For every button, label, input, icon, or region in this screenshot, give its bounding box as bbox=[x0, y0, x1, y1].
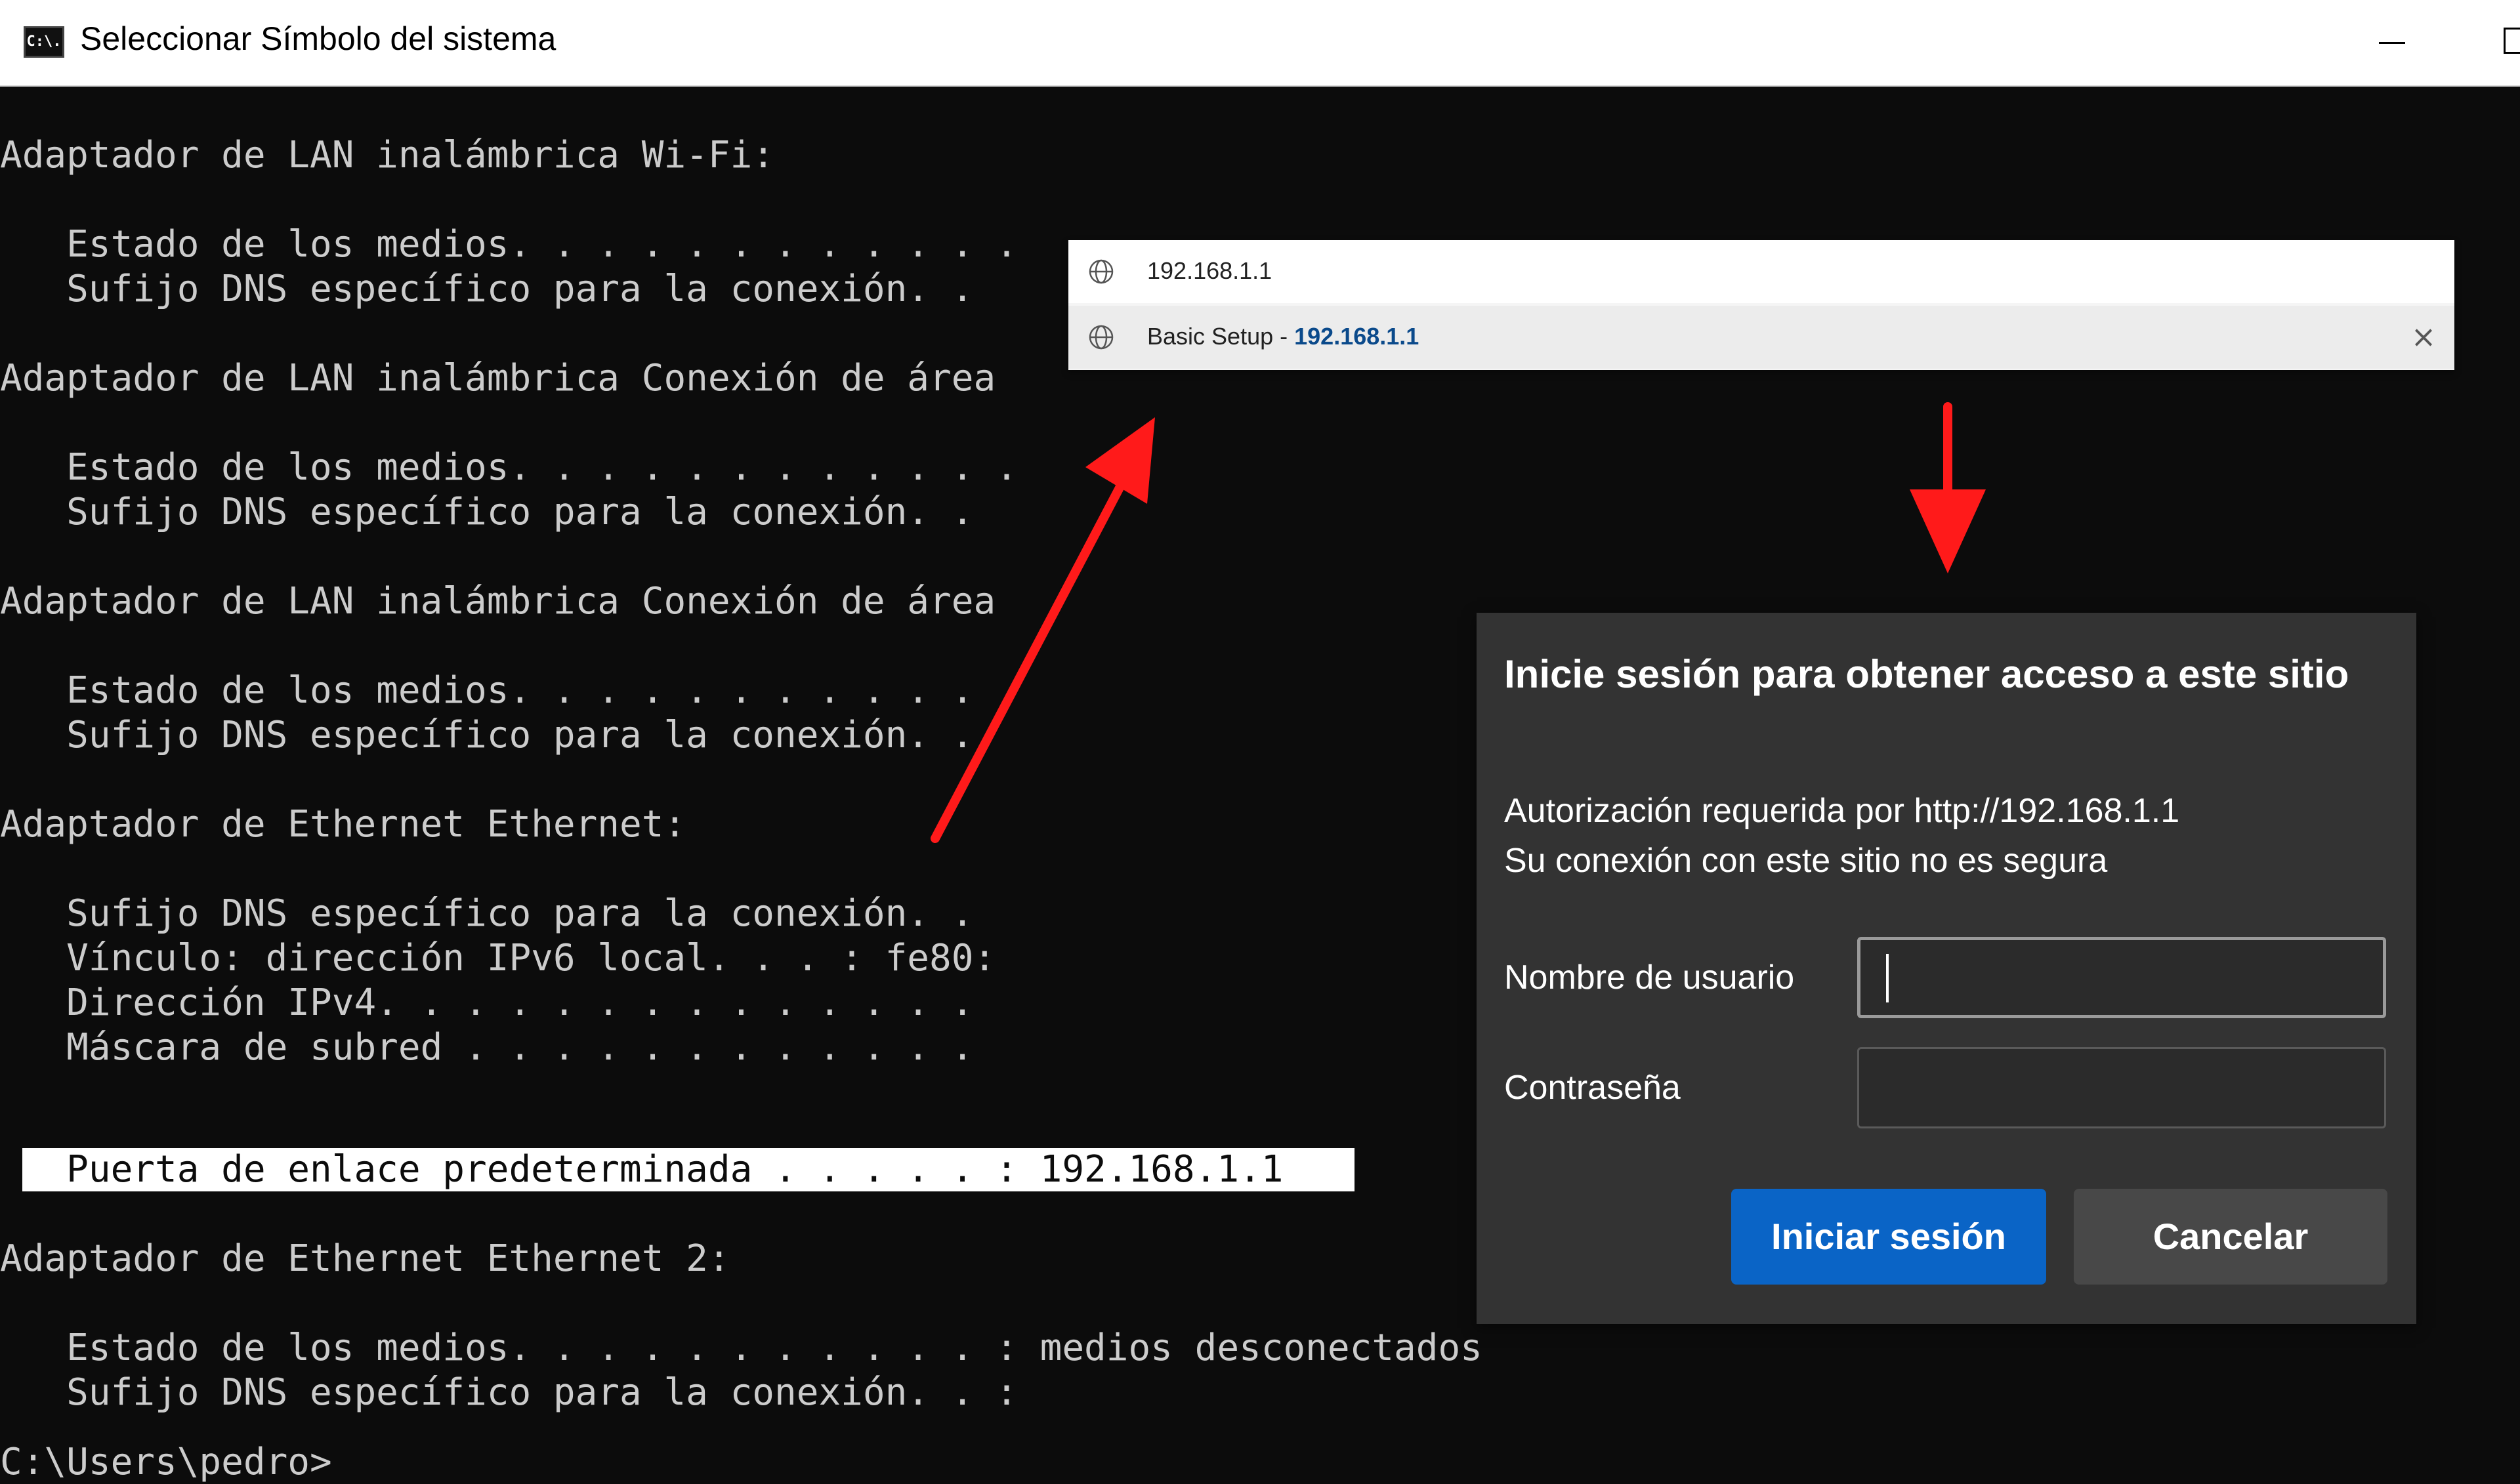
terminal-line: Adaptador de LAN inalámbrica Wi-Fi: bbox=[0, 134, 774, 177]
text-cursor bbox=[1886, 954, 1889, 1002]
auth-required-text: Autorización requerida por http://192.16… bbox=[1504, 791, 2179, 831]
cmd-icon: C:\. bbox=[24, 26, 64, 58]
terminal-line: Adaptador de Ethernet Ethernet: bbox=[0, 803, 686, 846]
suggestion-url: 192.168.1.1 bbox=[1294, 323, 1419, 350]
maximize-icon bbox=[2504, 28, 2520, 54]
minimize-button[interactable] bbox=[2356, 13, 2428, 72]
minimize-icon bbox=[2379, 42, 2405, 44]
window-title: Seleccionar Símbolo del sistema bbox=[80, 20, 556, 58]
suggestion-row-url[interactable]: 192.168.1.1 bbox=[1068, 240, 2454, 303]
address-bar-suggestions: 192.168.1.1 Basic Setup - 192.168.1.1 × bbox=[1068, 240, 2454, 370]
dialog-title: Inicie sesión para obtener acceso a este… bbox=[1504, 646, 2377, 703]
suggestion-title: Basic Setup bbox=[1147, 323, 1273, 350]
terminal-line: Sufijo DNS específico para la conexión. … bbox=[0, 714, 973, 757]
suggestion-text: 192.168.1.1 bbox=[1147, 257, 1272, 285]
terminal-line: Adaptador de Ethernet Ethernet 2: bbox=[0, 1237, 730, 1281]
terminal-line: Estado de los medios. . . . . . . . . . … bbox=[0, 223, 1018, 266]
username-input[interactable] bbox=[1857, 937, 2386, 1018]
cancel-button[interactable]: Cancelar bbox=[2074, 1189, 2387, 1285]
insecure-connection-text: Su conexión con este sitio no es segura bbox=[1504, 841, 2107, 880]
terminal-line-gateway: Puerta de enlace predeterminada . . . . … bbox=[0, 1148, 1283, 1191]
terminal-line: Sufijo DNS específico para la conexión. … bbox=[0, 491, 973, 534]
terminal-line: Vínculo: dirección IPv6 local. . . : fe8… bbox=[0, 937, 996, 980]
sign-in-button[interactable]: Iniciar sesión bbox=[1731, 1189, 2046, 1285]
password-input[interactable] bbox=[1857, 1047, 2386, 1128]
terminal-line: Adaptador de LAN inalámbrica Conexión de… bbox=[0, 580, 996, 623]
terminal-line: Estado de los medios. . . . . . . . . . … bbox=[0, 669, 1018, 712]
username-label: Nombre de usuario bbox=[1504, 958, 1794, 997]
terminal-line: Sufijo DNS específico para la conexión. … bbox=[0, 268, 973, 311]
maximize-button[interactable] bbox=[2481, 13, 2520, 72]
suggestion-text: Basic Setup - 192.168.1.1 bbox=[1147, 323, 1419, 350]
globe-icon bbox=[1088, 258, 1114, 285]
terminal-line: Dirección IPv4. . . . . . . . . . . . . … bbox=[0, 981, 973, 1025]
globe-icon bbox=[1088, 324, 1114, 350]
terminal-line: Adaptador de LAN inalámbrica Conexión de… bbox=[0, 357, 996, 400]
login-dialog: Inicie sesión para obtener acceso a este… bbox=[1477, 613, 2416, 1324]
terminal-line: Estado de los medios. . . . . . . . . . … bbox=[0, 446, 1018, 489]
terminal-line: Sufijo DNS específico para la conexión. … bbox=[0, 892, 973, 936]
terminal-prompt: C:\Users\pedro> bbox=[0, 1441, 332, 1484]
suggestion-separator: - bbox=[1273, 323, 1294, 350]
password-label: Contraseña bbox=[1504, 1068, 1681, 1107]
remove-suggestion-button[interactable]: × bbox=[2407, 320, 2440, 353]
terminal-line: Estado de los medios. . . . . . . . . . … bbox=[0, 1327, 1482, 1370]
terminal-line: Máscara de subred . . . . . . . . . . . … bbox=[0, 1026, 973, 1069]
window-titlebar: C:\. Seleccionar Símbolo del sistema bbox=[0, 0, 2520, 87]
terminal-line: Sufijo DNS específico para la conexión. … bbox=[0, 1371, 1018, 1414]
suggestion-row-history[interactable]: Basic Setup - 192.168.1.1 × bbox=[1068, 306, 2454, 369]
